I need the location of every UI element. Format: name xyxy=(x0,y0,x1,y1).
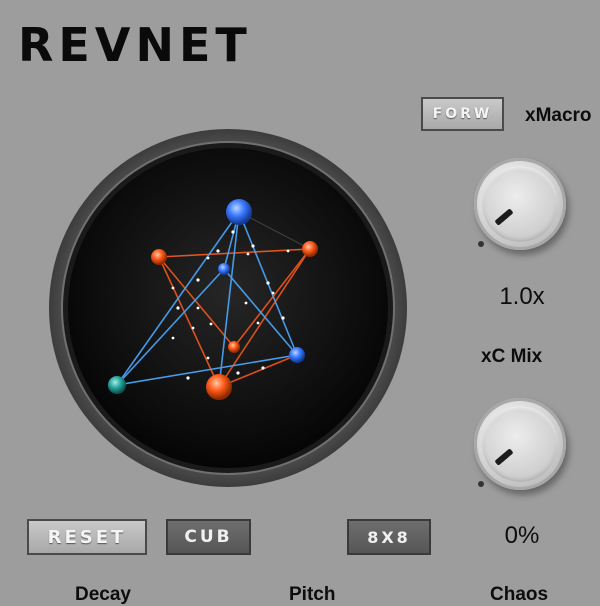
network-graph-icon xyxy=(49,129,407,487)
xcmix-knob[interactable] xyxy=(474,398,566,490)
decay-label: Decay xyxy=(75,584,131,605)
network-display[interactable] xyxy=(48,128,408,488)
reset-button[interactable]: RESET xyxy=(27,519,147,555)
chaos-label: Chaos xyxy=(490,584,549,605)
cub-button[interactable]: CUB xyxy=(166,519,251,555)
knob-min-dot xyxy=(478,481,484,487)
xmacro-value: 1.0x xyxy=(499,283,545,310)
grid-8x8-button[interactable]: 8X8 xyxy=(347,519,431,555)
xmacro-label: xMacro xyxy=(525,105,592,126)
xcmix-value: 0% xyxy=(504,522,540,549)
forw-button[interactable]: FORW xyxy=(421,97,504,131)
app-title: REVNET xyxy=(18,18,252,72)
knob-min-dot xyxy=(478,241,484,247)
knob-icon xyxy=(482,406,558,482)
xmacro-knob[interactable] xyxy=(474,158,566,250)
knob-icon xyxy=(482,166,558,242)
xcmix-label: xC Mix xyxy=(481,346,543,367)
pitch-label: Pitch xyxy=(289,584,336,605)
